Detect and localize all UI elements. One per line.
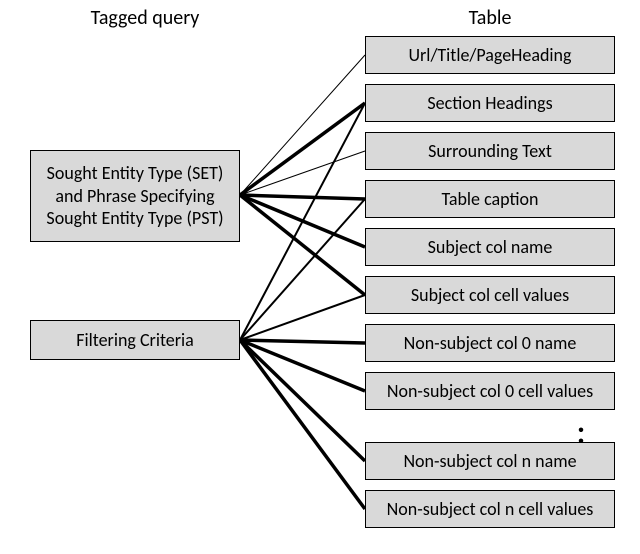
left-group-heading: Tagged query	[65, 6, 225, 30]
node-subject-col-name: Subject col name	[365, 228, 615, 266]
diagram-canvas: Tagged query Table Sought Entity Type (S…	[0, 0, 640, 554]
node-filtering-criteria: Filtering Criteria	[30, 320, 240, 360]
right-group-heading: Table	[430, 6, 550, 30]
node-surrounding-text: Surrounding Text	[365, 132, 615, 170]
node-url-title-pageheading: Url/Title/PageHeading	[365, 36, 615, 74]
node-nonsubj-coln-name: Non-subject col n name	[365, 442, 615, 480]
node-nonsubj-coln-cell-values: Non-subject col n cell values	[365, 490, 615, 528]
node-nonsubj-col0-name: Non-subject col 0 name	[365, 324, 615, 362]
node-set-pst: Sought Entity Type (SET) and Phrase Spec…	[30, 150, 240, 242]
node-table-caption: Table caption	[365, 180, 615, 218]
node-section-headings: Section Headings	[365, 84, 615, 122]
node-subject-col-cell-values: Subject col cell values	[365, 276, 615, 314]
